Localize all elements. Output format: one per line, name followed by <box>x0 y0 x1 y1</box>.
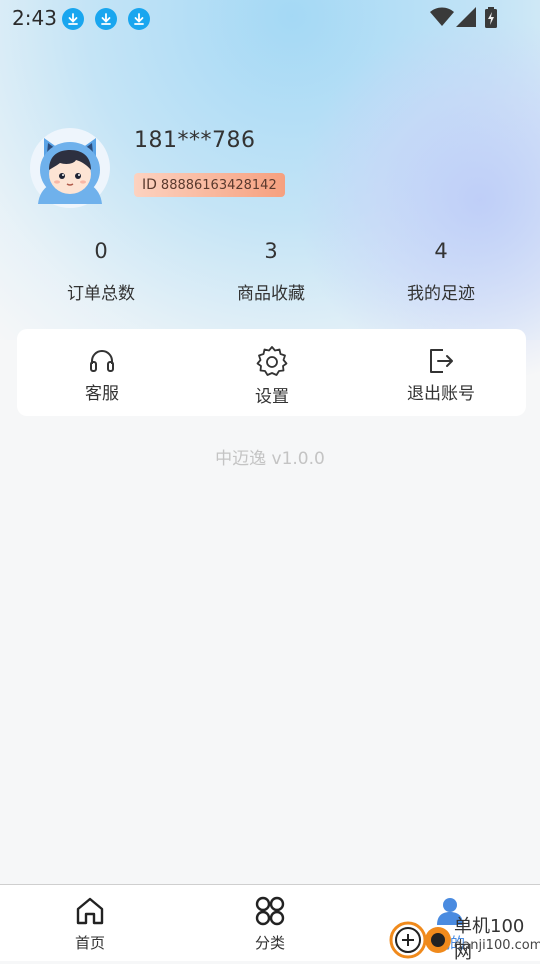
avatar[interactable] <box>30 128 110 208</box>
tab-home[interactable]: 首页 <box>30 885 150 961</box>
status-time: 2:43 <box>12 6 57 30</box>
download-icon <box>95 8 117 30</box>
tab-label: 分类 <box>254 934 285 952</box>
stat-orders[interactable]: 0 订单总数 <box>16 236 186 304</box>
settings-button[interactable]: 设置 <box>187 329 357 416</box>
actions-card: 客服 设置 退出账号 <box>17 329 526 416</box>
stat-label: 商品收藏 <box>237 284 305 304</box>
user-id-badge: ID 88886163428142 <box>134 173 285 197</box>
signal-icon <box>456 7 476 27</box>
gear-icon <box>256 346 288 376</box>
stat-label: 我的足迹 <box>407 284 475 304</box>
id-value: 88886163428142 <box>160 178 277 193</box>
stat-value: 4 <box>434 239 448 263</box>
status-bar: 2:43 <box>0 0 540 36</box>
customer-service-button[interactable]: 客服 <box>17 329 187 416</box>
watermark-url: danji100.com <box>454 938 540 953</box>
headset-icon <box>90 350 114 372</box>
tab-category[interactable]: 分类 <box>210 885 330 961</box>
download-icon <box>128 8 150 30</box>
user-phone: 181***786 <box>134 128 256 153</box>
download-icon <box>62 8 84 30</box>
watermark: 单机100网 danji100.com <box>388 912 540 963</box>
id-label: ID <box>142 177 157 193</box>
action-label: 客服 <box>85 384 119 404</box>
stat-value: 0 <box>94 239 108 263</box>
battery-icon <box>485 7 497 28</box>
category-icon <box>255 896 285 926</box>
home-icon <box>76 897 104 925</box>
watermark-logo-icon <box>389 921 451 959</box>
wifi-icon <box>430 7 454 26</box>
action-label: 设置 <box>255 387 289 407</box>
action-label: 退出账号 <box>407 384 475 404</box>
stat-favorites[interactable]: 3 商品收藏 <box>186 236 356 304</box>
logout-icon <box>430 349 453 373</box>
tab-label: 首页 <box>74 934 105 952</box>
stat-label: 订单总数 <box>67 284 135 304</box>
logout-button[interactable]: 退出账号 <box>356 329 526 416</box>
stat-value: 3 <box>264 239 278 263</box>
stat-footprints[interactable]: 4 我的足迹 <box>356 236 526 304</box>
app-version: 中迈逸 v1.0.0 <box>215 449 325 469</box>
